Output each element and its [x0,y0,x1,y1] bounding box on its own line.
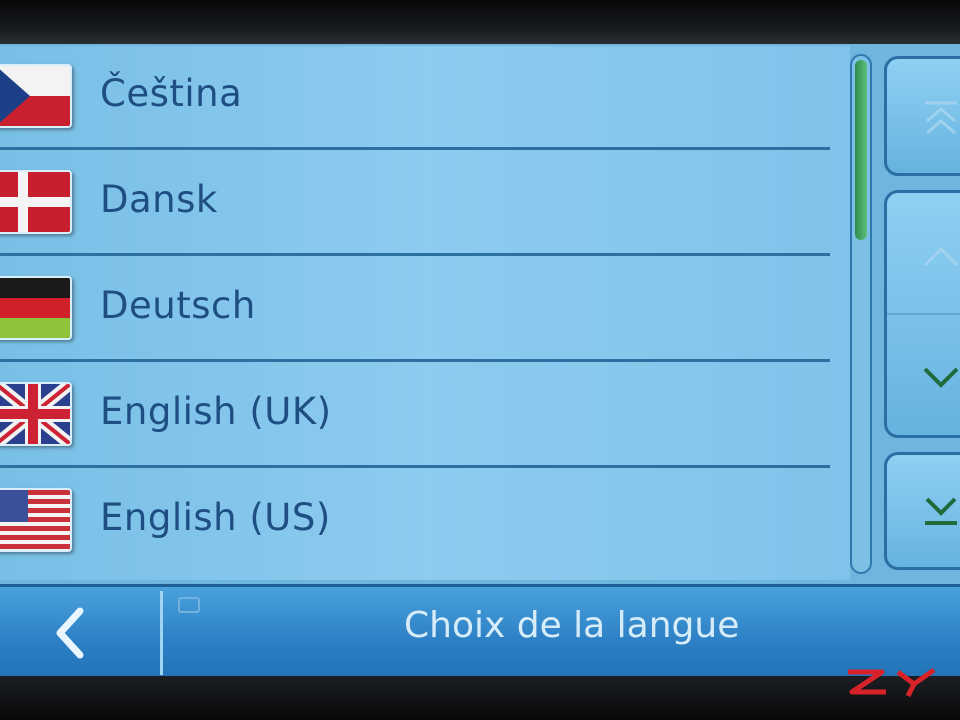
page-down-icon [925,497,957,525]
language-label: English (UK) [100,390,332,433]
list-item-deutsch[interactable]: Deutsch [0,258,830,362]
arrow-down-icon [923,367,959,388]
danish-flag-icon [0,170,72,234]
page-title: Choix de la langue [404,605,740,646]
language-label: Čeština [100,72,243,115]
list-scrollbar[interactable] [850,54,872,574]
language-list: Čeština Dansk Deutsch English (UK) Engli… [0,46,850,580]
page-up-button[interactable] [884,56,960,176]
watermark-logo [848,667,936,698]
back-button[interactable] [0,587,160,676]
device-bezel-bottom [0,676,960,720]
page-up-icon [925,101,957,135]
list-item-cestina[interactable]: Čeština [0,46,830,150]
bottom-bar-divider [160,591,163,675]
device-bezel-top [0,0,960,44]
status-indicator [178,597,200,613]
scrollbar-thumb[interactable] [855,60,867,240]
scroll-down-button[interactable] [887,315,960,435]
list-item-dansk[interactable]: Dansk [0,152,830,256]
arrow-up-icon [923,246,959,267]
page-down-button[interactable] [884,452,960,570]
language-label: English (US) [100,496,331,539]
czech-flag-icon [0,64,72,128]
list-item-english-us[interactable]: English (US) [0,470,830,574]
scroll-buttons-group [884,190,960,438]
navigation-screen: Čeština Dansk Deutsch English (UK) Engli… [0,44,960,676]
german-flag-icon [0,276,72,340]
chevron-left-icon [56,607,84,659]
language-label: Dansk [100,178,218,221]
bottom-bar: Choix de la langue [0,584,960,676]
scroll-up-button[interactable] [887,193,960,313]
us-flag-icon [0,488,72,552]
uk-flag-icon [0,382,72,446]
list-item-english-uk[interactable]: English (UK) [0,364,830,468]
language-label: Deutsch [100,284,256,327]
